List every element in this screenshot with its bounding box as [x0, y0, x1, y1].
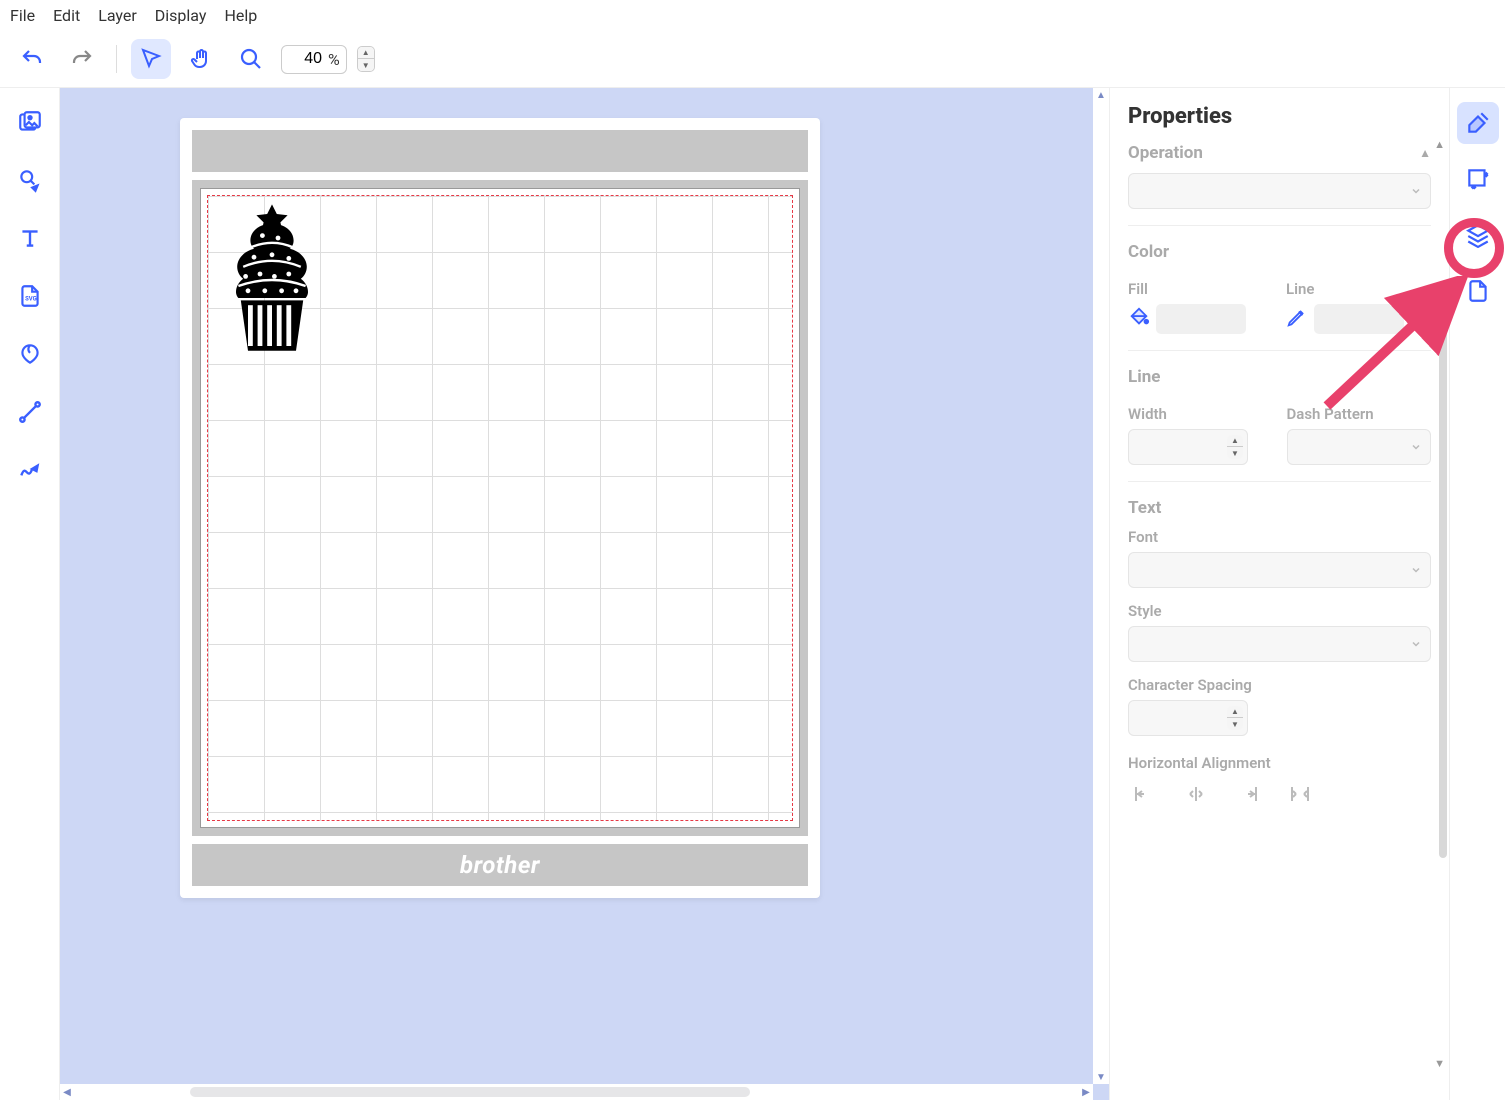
menu-help[interactable]: Help: [224, 6, 257, 25]
char-spacing-input[interactable]: ▲ ▼: [1128, 700, 1248, 736]
fill-label: Fill: [1128, 280, 1246, 298]
spacing-step-up[interactable]: ▲: [1227, 706, 1243, 718]
panel-scroll-up-icon[interactable]: ▲: [1434, 138, 1445, 151]
zoom-tool[interactable]: [231, 39, 271, 79]
fill-color-swatch[interactable]: [1156, 304, 1246, 334]
align-center-button[interactable]: [1180, 780, 1212, 808]
properties-title: Properties: [1128, 104, 1431, 129]
hand-tool[interactable]: [181, 39, 221, 79]
zoom-input[interactable]: [288, 50, 322, 68]
svg-tool[interactable]: SVG: [10, 276, 50, 316]
line-section-label: Line: [1128, 367, 1431, 387]
width-step-up[interactable]: ▲: [1227, 435, 1243, 447]
h-align-label: Horizontal Alignment: [1128, 754, 1431, 772]
style-select[interactable]: [1128, 626, 1431, 662]
mat-footer-brand: brother: [192, 844, 808, 886]
horizontal-scrollbar[interactable]: ◀ ▶: [60, 1084, 1093, 1100]
panel-scroll-down-icon[interactable]: ▼: [1434, 1057, 1445, 1070]
layers-tab-button[interactable]: [1457, 214, 1499, 256]
scroll-up-icon[interactable]: ▲: [1093, 88, 1109, 102]
zoom-unit: %: [328, 50, 340, 69]
image-tool[interactable]: [10, 102, 50, 142]
fill-bucket-icon[interactable]: [1128, 306, 1150, 332]
design-grid[interactable]: [207, 195, 793, 821]
line-tool[interactable]: [10, 392, 50, 432]
menu-edit[interactable]: Edit: [53, 6, 80, 25]
canvas-area[interactable]: brother ▲ ▼ ◀ ▶: [60, 88, 1109, 1100]
panel-scroll-indicators: ▲ ▼: [1434, 138, 1445, 1070]
color-section-label: Color: [1128, 242, 1431, 262]
zoom-step-up[interactable]: ▲: [358, 47, 374, 59]
zoom-input-group: %: [281, 45, 347, 74]
text-tool[interactable]: [10, 218, 50, 258]
scroll-down-icon[interactable]: ▼: [1093, 1070, 1109, 1084]
operation-select[interactable]: [1128, 173, 1431, 209]
line-color-swatch[interactable]: [1314, 304, 1404, 334]
right-toolbar: [1449, 88, 1505, 1100]
font-label: Font: [1128, 528, 1431, 546]
cutting-mat: brother: [180, 118, 820, 898]
collapse-icon[interactable]: ▲: [1419, 146, 1431, 160]
scroll-thumb[interactable]: [190, 1087, 750, 1097]
menu-layer[interactable]: Layer: [98, 6, 137, 25]
menu-display[interactable]: Display: [155, 6, 207, 25]
document-tab-button[interactable]: [1457, 270, 1499, 312]
spacing-step-down[interactable]: ▼: [1227, 718, 1243, 730]
svg-text:SVG: SVG: [25, 295, 37, 302]
path-tool[interactable]: [10, 450, 50, 490]
align-right-button[interactable]: [1232, 780, 1264, 808]
width-input[interactable]: ▲ ▼: [1128, 429, 1248, 465]
scroll-right-icon[interactable]: ▶: [1079, 1084, 1093, 1100]
mat-body: [192, 180, 808, 836]
dash-label: Dash Pattern: [1287, 405, 1432, 423]
main-area: SVG: [0, 87, 1505, 1100]
cupcake-artwork[interactable]: [212, 200, 332, 360]
scroll-left-icon[interactable]: ◀: [60, 1084, 74, 1100]
pointer-tool[interactable]: [131, 39, 171, 79]
left-toolbar: SVG: [0, 88, 60, 1100]
toolbar-divider: [116, 45, 117, 73]
font-select[interactable]: [1128, 552, 1431, 588]
transform-tab-button[interactable]: [1457, 158, 1499, 200]
width-step-down[interactable]: ▼: [1227, 447, 1243, 459]
toolbar: % ▲ ▼: [0, 31, 1505, 87]
style-label: Style: [1128, 602, 1431, 620]
char-spacing-label: Character Spacing: [1128, 676, 1431, 694]
dash-select[interactable]: [1287, 429, 1432, 465]
properties-panel: Properties Operation ▲ Color Fill: [1109, 88, 1449, 1100]
align-justify-button[interactable]: [1284, 780, 1316, 808]
line-color-label: Line: [1286, 280, 1404, 298]
trace-tool[interactable]: [10, 160, 50, 200]
width-label: Width: [1128, 405, 1273, 423]
mat-header: [192, 130, 808, 172]
redo-button[interactable]: [62, 39, 102, 79]
text-section-label: Text: [1128, 498, 1431, 518]
menu-file[interactable]: File: [10, 6, 35, 25]
operation-section-label: Operation ▲: [1128, 143, 1431, 163]
shape-tool[interactable]: [10, 334, 50, 374]
properties-tab-button[interactable]: [1457, 102, 1499, 144]
align-left-button[interactable]: [1128, 780, 1160, 808]
menu-bar: File Edit Layer Display Help: [0, 0, 1505, 31]
vertical-scrollbar[interactable]: ▲ ▼: [1093, 88, 1109, 1084]
undo-button[interactable]: [12, 39, 52, 79]
zoom-step-down[interactable]: ▼: [358, 59, 374, 71]
pencil-icon[interactable]: [1286, 306, 1308, 332]
zoom-stepper[interactable]: ▲ ▼: [357, 46, 375, 72]
